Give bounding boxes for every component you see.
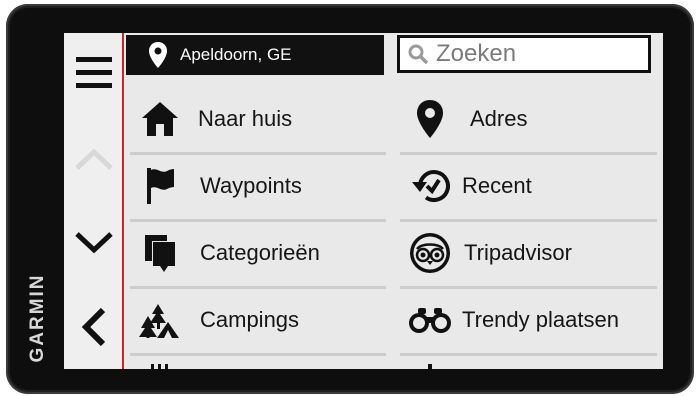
tile-categorieen[interactable]: Categorieën bbox=[130, 222, 386, 284]
chevron-up-icon[interactable] bbox=[70, 135, 118, 183]
camping-icon bbox=[130, 295, 190, 345]
tile-tripadvisor[interactable]: Tripadvisor bbox=[400, 222, 656, 284]
partial-icon bbox=[130, 356, 190, 369]
partial-icon bbox=[400, 356, 460, 369]
tile-waypoints[interactable]: Waypoints bbox=[130, 155, 386, 217]
tile-trendy-plaatsen[interactable]: Trendy plaatsen bbox=[400, 289, 656, 351]
binoculars-icon bbox=[400, 295, 460, 345]
home-icon bbox=[130, 94, 190, 144]
map-pin-icon bbox=[400, 94, 460, 144]
tile-label: Naar huis bbox=[198, 106, 293, 131]
map-pin-icon bbox=[148, 41, 168, 69]
brand-logo: GARMIN bbox=[8, 260, 68, 380]
location-bar[interactable]: Apeldoorn, GE bbox=[126, 35, 384, 75]
tile-label: Waypoints bbox=[200, 173, 302, 198]
history-icon bbox=[400, 161, 460, 211]
categories-icon bbox=[130, 228, 190, 278]
tile-label: Recent bbox=[462, 173, 532, 198]
screen: Apeldoorn, GE Naar huis Adres Waypoints … bbox=[64, 33, 663, 369]
location-label: Apeldoorn, GE bbox=[180, 45, 292, 64]
hamburger-menu-icon[interactable] bbox=[70, 49, 118, 97]
tile-label: Adres bbox=[470, 106, 528, 131]
back-arrow-icon[interactable] bbox=[70, 303, 118, 351]
brand-text: GARMIN bbox=[27, 273, 48, 363]
tile-label: Trendy plaatsen bbox=[462, 307, 619, 332]
tripadvisor-icon bbox=[400, 228, 460, 278]
side-menu bbox=[64, 33, 122, 369]
search-input[interactable] bbox=[434, 39, 638, 69]
tile-naar-huis[interactable]: Naar huis bbox=[130, 88, 386, 150]
flag-icon bbox=[130, 161, 190, 211]
tile-label: Categorieën bbox=[200, 240, 320, 265]
tile-next-partial[interactable] bbox=[130, 356, 386, 369]
search-box[interactable] bbox=[397, 35, 651, 73]
red-divider bbox=[122, 33, 124, 369]
tile-campings[interactable]: Campings bbox=[130, 289, 386, 351]
tile-next-partial[interactable] bbox=[400, 356, 656, 369]
chevron-down-icon[interactable] bbox=[70, 219, 118, 267]
tile-adres[interactable]: Adres bbox=[400, 88, 656, 150]
tile-label: Tripadvisor bbox=[464, 240, 572, 265]
tile-recent[interactable]: Recent bbox=[400, 155, 656, 217]
tile-label: Campings bbox=[200, 307, 300, 332]
search-icon bbox=[406, 42, 430, 66]
